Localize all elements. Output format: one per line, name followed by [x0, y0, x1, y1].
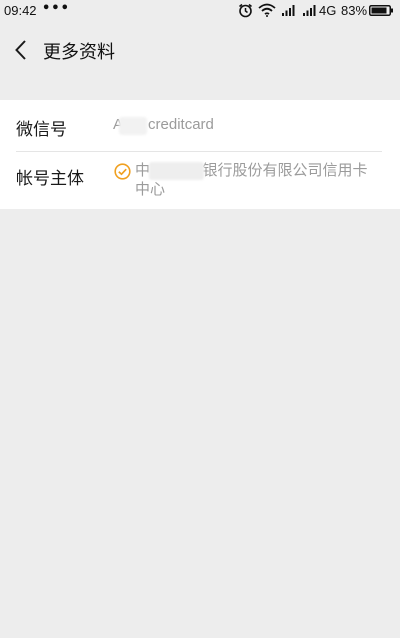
- network-type: 4G: [319, 3, 337, 18]
- account-entity-label: 帐号主体: [16, 169, 84, 189]
- account-entity-row: 帐号主体 中 银行股份有限公司信用卡中心: [0, 152, 400, 209]
- status-bar: 09:42 ••• 4G 83%: [0, 0, 400, 22]
- wifi-icon: [258, 3, 276, 17]
- status-time: 09:42: [4, 3, 37, 18]
- chevron-left-icon: [15, 40, 26, 60]
- wechat-id-label: 微信号: [16, 120, 67, 140]
- more-notifications-icon: •••: [42, 1, 70, 16]
- page-title: 更多资料: [43, 42, 115, 63]
- battery-percentage: 83%: [341, 3, 368, 18]
- alarm-icon: [239, 3, 252, 18]
- verified-check-icon: [114, 163, 131, 180]
- back-button[interactable]: [6, 34, 36, 66]
- wechat-id-row: 微信号 A creditcard: [0, 100, 400, 152]
- signal-strength-icon: [282, 5, 295, 16]
- signal-strength-icon-2: [303, 5, 316, 16]
- redaction-overlay-account: [149, 162, 204, 180]
- navigation-bar: 更多资料: [0, 22, 400, 78]
- redaction-overlay: [119, 117, 147, 135]
- battery-icon: [369, 5, 393, 16]
- profile-info-card: 微信号 A creditcard 帐号主体 中 银行股份有限公司信用卡中心: [0, 100, 400, 209]
